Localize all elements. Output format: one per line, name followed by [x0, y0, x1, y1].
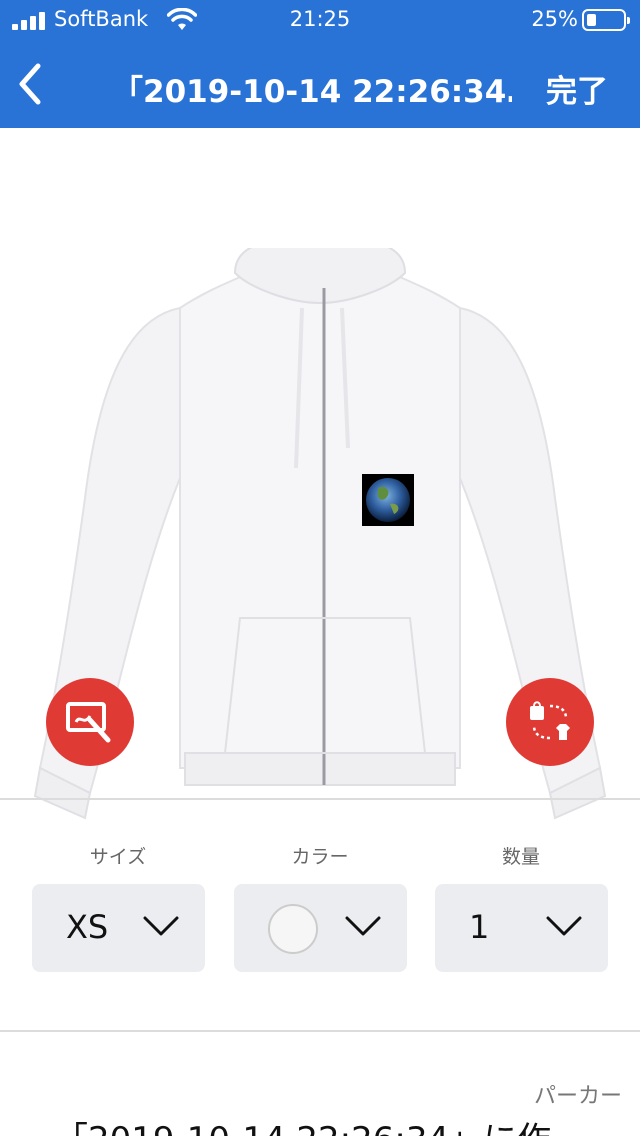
chevron-down-icon [345, 916, 381, 936]
product-category: パーカー [533, 1084, 622, 1109]
navigation-bar: 「2019-10-14 22:26:34… 完了 [0, 40, 640, 128]
page-title: 「2019-10-14 22:26:34… [112, 74, 512, 110]
divider [0, 1030, 640, 1032]
quantity-value: 1 [469, 908, 490, 946]
product-preview [0, 128, 640, 820]
battery-level [587, 14, 596, 26]
chevron-down-icon [546, 916, 582, 936]
change-item-button[interactable] [506, 678, 594, 766]
chevron-left-icon [19, 63, 41, 105]
color-swatch [268, 904, 318, 954]
edit-design-button[interactable] [46, 678, 134, 766]
color-label: カラー [291, 846, 349, 868]
chevron-down-icon [143, 916, 179, 936]
size-value: XS [66, 908, 109, 946]
back-button[interactable] [10, 58, 54, 110]
change-item-icon [530, 701, 570, 740]
divider [0, 798, 640, 800]
product-title: 「2019-10-14 22:26:34」に作 [54, 1112, 551, 1136]
battery-percent: 25% [531, 7, 578, 31]
battery-icon [582, 9, 630, 31]
size-label: サイズ [89, 846, 147, 868]
done-button[interactable]: 完了 [546, 66, 608, 111]
quantity-label: 数量 [501, 846, 540, 868]
edit-design-icon [66, 702, 111, 743]
color-select[interactable] [234, 884, 407, 972]
top-bar: SoftBank 21:25 25% 「2019-10-14 22:26:34…… [0, 0, 640, 128]
size-select[interactable]: XS [32, 884, 205, 972]
status-bar: SoftBank 21:25 25% [0, 0, 640, 40]
quantity-select[interactable]: 1 [435, 884, 608, 972]
